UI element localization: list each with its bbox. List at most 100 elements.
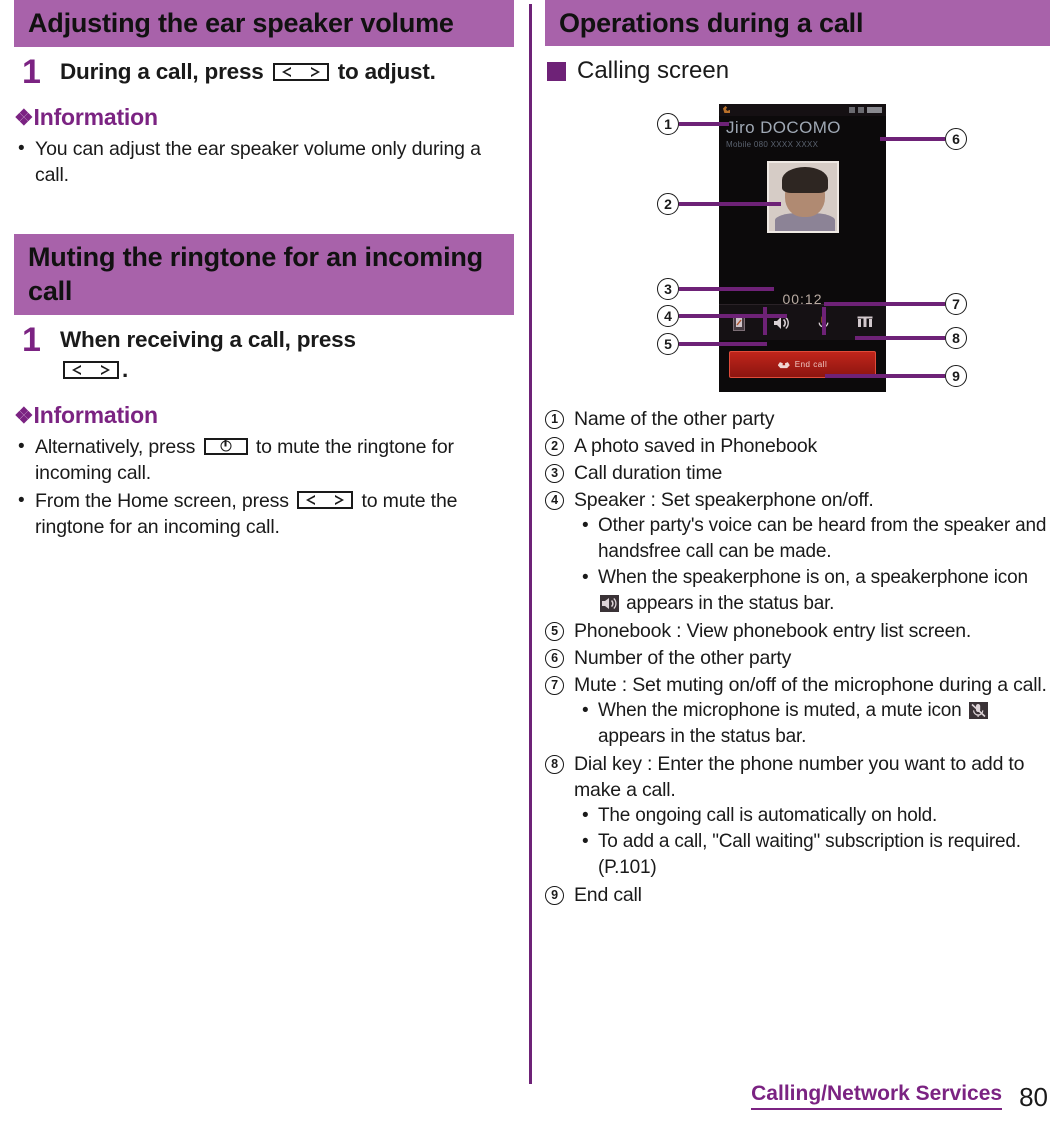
legend-item-2: 2 A photo saved in Phonebook — [545, 433, 1050, 459]
legend-number: 8 — [545, 755, 564, 774]
callout-5: 5 — [657, 333, 767, 355]
callout-leader-line — [824, 302, 945, 306]
callout-leader-line — [679, 342, 767, 346]
battery-status-icon — [858, 107, 864, 113]
note-item: Alternatively, press to mute the rington… — [14, 434, 514, 486]
legend-number: 5 — [545, 622, 564, 641]
callout-leader-line — [855, 336, 945, 340]
legend-sub-list: The ongoing call is automatically on hol… — [574, 803, 1050, 881]
information-label: Information — [33, 402, 158, 428]
page-footer: Calling/Network Services 80 — [751, 1081, 1048, 1110]
calling-screen-legend: 1 Name of the other party 2 A photo save… — [545, 406, 1050, 908]
legend-text: A photo saved in Phonebook — [574, 435, 818, 457]
note-item: You can adjust the ear speaker volume on… — [14, 136, 514, 188]
active-call-status-icon — [723, 106, 730, 113]
callout-4: 4 — [657, 305, 787, 327]
section-heading-operations-during-call: Operations during a call — [545, 0, 1050, 46]
right-column: Operations during a call Calling screen … — [545, 0, 1050, 908]
legend-number: 3 — [545, 464, 564, 483]
legend-number: 4 — [545, 491, 564, 510]
step-1-mute-ringtone: 1 When receiving a call, press . — [14, 321, 514, 385]
sub-text-after: appears in the status bar. — [626, 593, 835, 614]
callout-number: 8 — [945, 327, 967, 349]
legend-sub-list: Other party's voice can be heard from th… — [574, 513, 1050, 617]
information-heading-2: ❖Information — [14, 401, 514, 430]
triangle-left-icon — [72, 364, 81, 375]
legend-item-7: 7 Mute : Set muting on/off of the microp… — [545, 672, 1050, 750]
volume-key-icon — [63, 360, 119, 379]
callout-number: 7 — [945, 293, 967, 315]
information-heading-1: ❖Information — [14, 103, 514, 132]
power-symbol-icon — [220, 439, 232, 452]
volume-key-icon — [272, 62, 329, 81]
step-1-adjust-volume: 1 During a call, press to adjust. — [14, 53, 514, 91]
legend-text: Call duration time — [574, 462, 723, 484]
legend-sub-item: To add a call, "Call waiting" subscripti… — [574, 829, 1050, 881]
callout-3: 3 — [657, 278, 774, 300]
callout-number: 5 — [657, 333, 679, 355]
step-text-before: When receiving a call, press — [60, 327, 356, 352]
photo-hair — [781, 167, 828, 193]
callout-9: 9 — [825, 365, 967, 387]
clock-status-icon — [867, 107, 882, 113]
hang-up-icon — [777, 362, 790, 369]
legend-text: Mute : Set muting on/off of the micropho… — [574, 674, 1047, 696]
sub-heading-calling-screen: Calling screen — [545, 55, 1050, 87]
information-notes-2: Alternatively, press to mute the rington… — [14, 434, 514, 540]
sub-text-after: appears in the status bar. — [598, 726, 807, 747]
legend-sub-list: When the microphone is muted, a mute ico… — [574, 698, 1050, 750]
step-text-after: to adjust. — [337, 59, 436, 84]
triangle-right-icon — [335, 495, 345, 506]
status-bar — [719, 104, 886, 116]
callout-number: 3 — [657, 278, 679, 300]
sub-heading-label: Calling screen — [577, 57, 730, 84]
legend-item-5: 5 Phonebook : View phonebook entry list … — [545, 618, 1050, 644]
calling-screen-figure: Jiro DOCOMO Mobile 080 XXXX XXXX 00:12 E… — [545, 95, 1050, 400]
legend-sub-item: The ongoing call is automatically on hol… — [574, 803, 1050, 829]
callout-4-connector — [763, 307, 767, 335]
legend-text: End call — [574, 884, 642, 906]
legend-sub-item: Other party's voice can be heard from th… — [574, 513, 1050, 565]
section-heading-ear-speaker-volume: Adjusting the ear speaker volume — [14, 0, 514, 47]
legend-item-3: 3 Call duration time — [545, 460, 1050, 486]
step-text-before: During a call, press — [60, 59, 264, 84]
step-number: 1 — [22, 53, 41, 91]
legend-number: 9 — [545, 886, 564, 905]
information-notes-1: You can adjust the ear speaker volume on… — [14, 136, 514, 188]
legend-item-6: 6 Number of the other party — [545, 645, 1050, 671]
callout-8: 8 — [855, 327, 967, 349]
callout-number: 6 — [945, 128, 967, 150]
legend-item-8: 8 Dial key : Enter the phone number you … — [545, 751, 1050, 881]
square-bullet-icon — [547, 61, 566, 81]
callout-number: 2 — [657, 193, 679, 215]
sub-text-before: When the speakerphone is on, a speakerph… — [598, 567, 1028, 588]
legend-item-4: 4 Speaker : Set speakerphone on/off. Oth… — [545, 487, 1050, 617]
footer-section-name: Calling/Network Services — [751, 1081, 1003, 1110]
legend-text: Speaker : Set speakerphone on/off. — [574, 489, 874, 511]
callout-6: 6 — [880, 128, 967, 150]
step-text: During a call, press to adjust. — [60, 57, 514, 87]
callout-number: 1 — [657, 113, 679, 135]
column-divider — [529, 4, 532, 1084]
legend-text: Dial key : Enter the phone number you wa… — [574, 753, 1025, 801]
legend-number: 6 — [545, 649, 564, 668]
legend-number: 1 — [545, 410, 564, 429]
contact-number: Mobile 080 XXXX XXXX — [726, 140, 819, 149]
note-text-before: Alternatively, press — [35, 436, 196, 458]
step-text-after: . — [122, 357, 129, 382]
callout-7: 7 — [824, 293, 967, 315]
triangle-right-icon — [310, 66, 320, 77]
manual-page: Adjusting the ear speaker volume 1 Durin… — [0, 0, 1062, 1126]
note-item: From the Home screen, press to mute the … — [14, 488, 514, 540]
legend-text: Phonebook : View phonebook entry list sc… — [574, 620, 972, 642]
mute-status-icon — [968, 702, 988, 719]
legend-text: Name of the other party — [574, 408, 775, 430]
callout-leader-line — [679, 202, 781, 206]
signal-status-icon — [849, 107, 855, 113]
volume-key-icon — [297, 491, 354, 510]
sub-text-before: When the microphone is muted, a mute ico… — [598, 700, 962, 721]
callout-number: 9 — [945, 365, 967, 387]
step-text: When receiving a call, press . — [60, 325, 514, 385]
step-number: 1 — [22, 321, 41, 359]
legend-item-1: 1 Name of the other party — [545, 406, 1050, 432]
